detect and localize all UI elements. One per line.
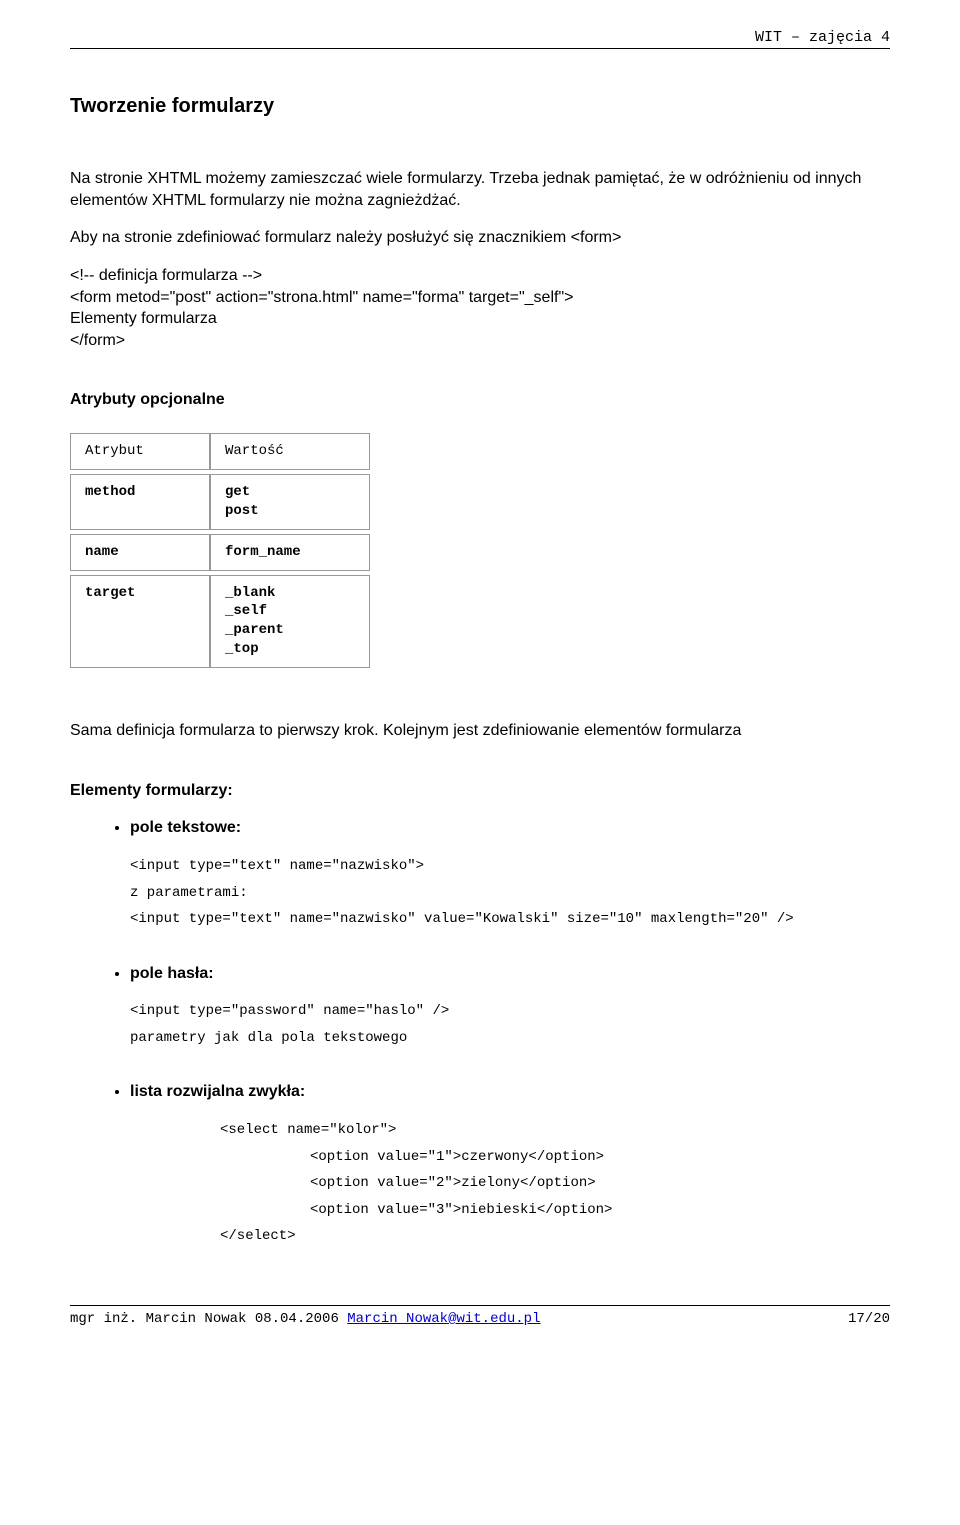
list-item: lista rozwijalna zwykła: <select name="k… (130, 1081, 890, 1250)
paragraph-mid: Sama definicja formularza to pierwszy kr… (70, 720, 890, 742)
list-item: pole hasła: <input type="password" name=… (130, 963, 890, 1052)
attr-value: _top (225, 640, 355, 659)
code-line: <option value="1">czerwony</option> (130, 1144, 890, 1171)
form-definition-block: <!-- definicja formularza --> <form meto… (70, 265, 890, 351)
code-line: parametry jak dla pola tekstowego (130, 1030, 407, 1046)
footer-author: mgr inż. Marcin Nowak 08.04.2006 Marcin_… (70, 1310, 540, 1329)
code-line: <input type="text" name="nazwisko" value… (130, 911, 794, 927)
code-line: <select name="kolor"> (130, 1117, 890, 1144)
attr-value: _parent (225, 621, 355, 640)
page-footer: mgr inż. Marcin Nowak 08.04.2006 Marcin_… (70, 1310, 890, 1329)
footer-email-link[interactable]: Marcin_Nowak@wit.edu.pl (347, 1311, 540, 1327)
form-def-inner: Elementy formularza (70, 310, 217, 327)
paragraph-intro-1: Na stronie XHTML możemy zamieszczać wiel… (70, 168, 890, 211)
attr-value: get (225, 483, 355, 502)
attr-value: _blank (225, 584, 355, 603)
form-def-comment: <!-- definicja formularza --> (70, 267, 262, 284)
attr-name: method (70, 474, 210, 530)
attr-name: target (70, 575, 210, 669)
footer-rule (70, 1305, 890, 1306)
table-header-value: Wartość (210, 433, 370, 470)
running-header: WIT – zajęcia 4 (70, 28, 890, 48)
attr-values: _blank _self _parent _top (210, 575, 370, 669)
attributes-heading: Atrybuty opcjonalne (70, 389, 890, 411)
header-rule (70, 48, 890, 49)
form-def-open: <form metod="post" action="strona.html" … (70, 289, 573, 306)
code-line: <input type="text" name="nazwisko"> (130, 858, 424, 874)
code-line: <option value="3">niebieski</option> (130, 1197, 890, 1224)
code-line: <input type="password" name="haslo" /> (130, 1003, 449, 1019)
code-line: </select> (130, 1223, 890, 1250)
table-row: method get post (70, 474, 370, 530)
elements-heading: Elementy formularzy: (70, 780, 890, 802)
attr-values: form_name (210, 534, 370, 571)
list-item: pole tekstowe: <input type="text" name="… (130, 817, 890, 932)
code-line: z parametrami: (130, 885, 248, 901)
code-line: <option value="2">zielony</option> (130, 1170, 890, 1197)
attr-value: form_name (225, 543, 355, 562)
attr-values: get post (210, 474, 370, 530)
field-select-title: lista rozwijalna zwykła: (130, 1083, 305, 1100)
paragraph-intro-2: Aby na stronie zdefiniować formularz nal… (70, 227, 890, 249)
field-text-title: pole tekstowe: (130, 819, 241, 836)
footer-author-text: mgr inż. Marcin Nowak 08.04.2006 (70, 1311, 347, 1327)
table-row: name form_name (70, 534, 370, 571)
form-def-close: </form> (70, 332, 125, 349)
page-title: Tworzenie formularzy (70, 93, 890, 120)
attr-value: _self (225, 602, 355, 621)
attr-value: post (225, 502, 355, 521)
table-row: Atrybut Wartość (70, 433, 370, 470)
attr-name: name (70, 534, 210, 571)
footer-page-number: 17/20 (848, 1310, 890, 1329)
table-header-attr: Atrybut (70, 433, 210, 470)
table-row: target _blank _self _parent _top (70, 575, 370, 669)
attributes-table: Atrybut Wartość method get post name for… (70, 429, 370, 672)
field-password-title: pole hasła: (130, 965, 214, 982)
